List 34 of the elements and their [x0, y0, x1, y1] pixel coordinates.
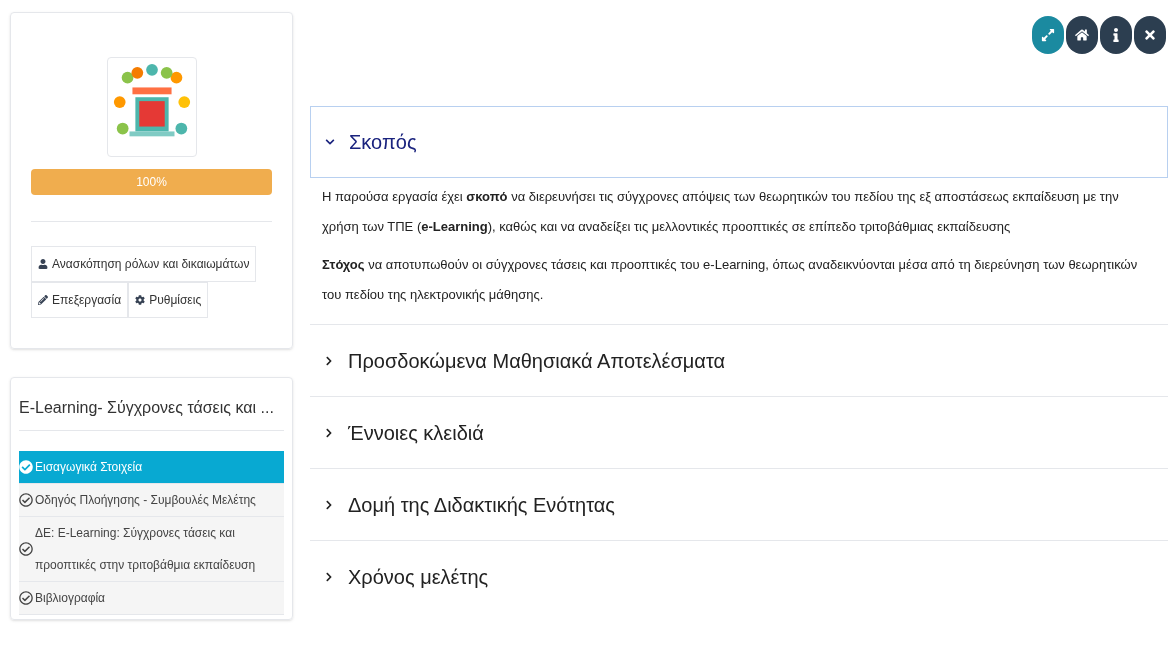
home-button[interactable]	[1066, 16, 1098, 54]
accordion-header[interactable]: Σκοπός	[310, 106, 1168, 178]
gear-icon	[135, 295, 146, 305]
chevron-right-icon	[324, 427, 334, 438]
close-icon	[1143, 28, 1157, 42]
accordion-header[interactable]: Δομή της Διδακτικής Ενότητας	[310, 468, 1168, 540]
toc-item-label: Εισαγωγικά Στοιχεία	[35, 459, 143, 476]
toc-item-label: ΔΕ: E-Learning: Σύγχρονες τάσεις και προοπτικές στην τριτοβάθμια εκπαίδευση	[35, 525, 257, 574]
toc-item-label: Βιβλιογραφία	[35, 590, 106, 607]
progress-label: 100%	[136, 174, 167, 191]
accordion-header[interactable]: Προσδοκώμενα Μαθησιακά Αποτελέσματα	[310, 324, 1168, 396]
accordion-header[interactable]: Χρόνος μελέτης	[310, 540, 1168, 612]
toolbar-button[interactable]: Ανασκόπηση ρόλων και δικαιωμάτων	[31, 246, 257, 282]
chevron-right-icon	[324, 355, 334, 366]
toc-item[interactable]: Βιβλιογραφία	[19, 582, 284, 615]
body-paragraph: Η παρούσα εργασία έχει σκοπό να διερευνήσει τις σύγχρονες απόψεις των θεωρητικών του πεδίου της εξ αποστάσεως εκπαίδευση με την χρήση των ΤΠΕ (e-Learning), καθώς και να αναδείξει τις μελλοντικές προοπτικές σε επίπεδο τριτοβάθμιας εκπαίδευσης	[322, 188, 1120, 236]
chevron-right-icon	[324, 571, 334, 582]
home-icon	[1075, 28, 1089, 42]
toc-item[interactable]: ΔΕ: E-Learning: Σύγχρονες τάσεις και προοπτικές στην τριτοβάθμια εκπαίδευση	[19, 517, 284, 582]
close-button[interactable]	[1134, 16, 1166, 54]
person-icon	[38, 259, 48, 269]
chevron-right-icon	[324, 499, 334, 510]
expand-icon	[1041, 28, 1055, 42]
expand-button[interactable]	[1032, 16, 1064, 54]
toolbar-button[interactable]: Επεξεργασία	[31, 282, 129, 318]
toc-item-label: Οδηγός Πλοήγησης - Συμβουλές Μελέτης	[35, 492, 256, 509]
toc-item[interactable]: Οδηγός Πλοήγησης - Συμβουλές Μελέτης	[19, 484, 284, 517]
body-paragraph: Στόχος να αποτυπωθούν οι σύγχρονες τάσεις και προοπτικές του e-Learning, όπως αναδεικνύονται μέσα από τη διερεύνηση των θεωρητικών του πεδίου της ηλεκτρονικής μάθησης.	[322, 256, 1139, 304]
accordion-header[interactable]: Έννοιες κλειδιά	[310, 396, 1168, 468]
toolbar-button[interactable]: Ρυθμίσεις	[128, 282, 209, 318]
toc-title: E-Learning- Σύγχρονες τάσεις και ...	[19, 396, 284, 431]
info-button[interactable]	[1100, 16, 1132, 54]
pencil-icon	[38, 295, 48, 305]
chevron-down-icon	[325, 137, 335, 147]
